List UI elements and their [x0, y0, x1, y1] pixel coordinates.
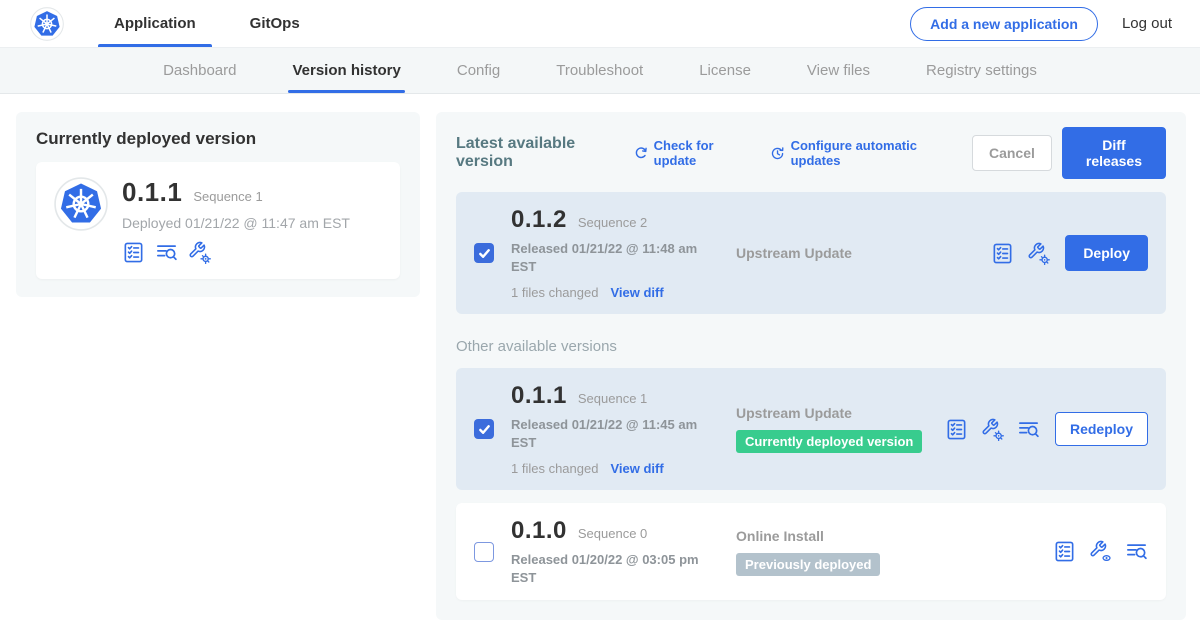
version-number: 0.1.2 — [511, 206, 567, 234]
version-checkbox[interactable] — [474, 243, 494, 263]
subnav-version-history[interactable]: Version history — [290, 48, 402, 93]
subnav-registry-settings[interactable]: Registry settings — [924, 48, 1039, 93]
version-row-0-1-1: 0.1.1 Sequence 1 Released 01/21/22 @ 11:… — [456, 368, 1166, 490]
currently-deployed-badge: Currently deployed version — [736, 430, 922, 453]
check-icon — [478, 247, 491, 260]
tab-gitops-label: GitOps — [250, 15, 300, 32]
previously-deployed-badge: Previously deployed — [736, 553, 880, 576]
row-actions: Redeploy — [945, 412, 1148, 446]
edit-config-icon[interactable] — [188, 241, 211, 264]
row-actions — [1053, 540, 1148, 563]
sequence-label: Sequence 0 — [578, 526, 647, 541]
deployed-panel-title: Currently deployed version — [36, 129, 400, 149]
main-content: Currently deployed version 0.1.1 Sequenc… — [0, 94, 1200, 620]
check-for-update-label: Check for update — [654, 138, 748, 168]
preflight-checks-icon[interactable] — [945, 418, 968, 441]
configure-updates-link[interactable]: Configure automatic updates — [770, 138, 950, 168]
deploy-button[interactable]: Deploy — [1065, 235, 1148, 271]
diff-releases-button[interactable]: Diff releases — [1062, 127, 1166, 179]
released-timestamp: Released 01/21/22 @ 11:48 am EST — [511, 240, 707, 275]
version-info: 0.1.1 Sequence 1 Released 01/21/22 @ 11:… — [511, 382, 707, 476]
available-versions-panel: Latest available version Check for updat… — [436, 112, 1186, 620]
available-panel-header: Latest available version Check for updat… — [456, 127, 1166, 179]
configure-updates-label: Configure automatic updates — [791, 138, 950, 168]
version-info: 0.1.2 Sequence 2 Released 01/21/22 @ 11:… — [511, 206, 707, 300]
view-diff-link[interactable]: View diff — [610, 285, 663, 300]
refresh-icon — [633, 145, 648, 162]
subnav-view-files[interactable]: View files — [805, 48, 872, 93]
check-for-update-link[interactable]: Check for update — [633, 138, 748, 168]
version-number: 0.1.0 — [511, 517, 567, 545]
header-right: Add a new application Log out — [910, 0, 1200, 47]
row-actions: Deploy — [991, 235, 1148, 271]
app-header: Application GitOps Add a new application… — [0, 0, 1200, 48]
preflight-checks-icon[interactable] — [122, 241, 145, 264]
files-changed-label: 1 files changed — [511, 461, 598, 476]
deployed-version-card: 0.1.1 Sequence 1 Deployed 01/21/22 @ 11:… — [36, 162, 400, 279]
files-changed-label: 1 files changed — [511, 285, 598, 300]
kubernetes-logo — [30, 0, 64, 47]
deployed-sequence-label: Sequence 1 — [193, 189, 262, 204]
released-timestamp: Released 01/20/22 @ 03:05 pm EST — [511, 551, 707, 586]
available-panel-title: Latest available version — [456, 135, 617, 171]
deploy-logs-icon[interactable] — [1125, 540, 1148, 563]
subnav-dashboard[interactable]: Dashboard — [161, 48, 238, 93]
version-source: Upstream Update Currently deployed versi… — [724, 405, 928, 453]
sequence-label: Sequence 1 — [578, 391, 647, 406]
released-timestamp: Released 01/21/22 @ 11:45 am EST — [511, 416, 707, 451]
clock-refresh-icon — [770, 145, 785, 162]
edit-config-icon[interactable] — [1027, 242, 1050, 265]
cancel-button[interactable]: Cancel — [972, 135, 1052, 171]
deployed-version-number: 0.1.1 — [122, 177, 182, 208]
top-navigation: Application GitOps — [98, 0, 338, 47]
tab-application-label: Application — [114, 15, 196, 32]
view-config-icon[interactable] — [1089, 540, 1112, 563]
deploy-logs-icon[interactable] — [1017, 418, 1040, 441]
deployed-timestamp: Deployed 01/21/22 @ 11:47 am EST — [122, 215, 350, 231]
source-label: Online Install — [736, 528, 1036, 544]
other-versions-title: Other available versions — [456, 338, 1166, 355]
version-number: 0.1.1 — [511, 382, 567, 410]
app-logo-icon — [54, 177, 108, 231]
app-subnav: Dashboard Version history Config Trouble… — [0, 48, 1200, 94]
deploy-logs-icon[interactable] — [155, 241, 178, 264]
version-row-0-1-2: 0.1.2 Sequence 2 Released 01/21/22 @ 11:… — [456, 192, 1166, 314]
subnav-license[interactable]: License — [697, 48, 753, 93]
version-checkbox[interactable] — [474, 542, 494, 562]
version-row-0-1-0: 0.1.0 Sequence 0 Released 01/20/22 @ 03:… — [456, 503, 1166, 600]
add-application-button[interactable]: Add a new application — [910, 7, 1098, 41]
tab-gitops[interactable]: GitOps — [234, 0, 316, 47]
logout-link[interactable]: Log out — [1122, 15, 1172, 32]
source-label: Upstream Update — [736, 405, 928, 421]
tab-application[interactable]: Application — [98, 0, 212, 47]
preflight-checks-icon[interactable] — [1053, 540, 1076, 563]
version-source: Upstream Update — [724, 245, 974, 261]
sequence-label: Sequence 2 — [578, 215, 647, 230]
edit-config-icon[interactable] — [981, 418, 1004, 441]
version-source: Online Install Previously deployed — [724, 528, 1036, 576]
currently-deployed-panel: Currently deployed version 0.1.1 Sequenc… — [16, 112, 420, 297]
view-diff-link[interactable]: View diff — [610, 461, 663, 476]
preflight-checks-icon[interactable] — [991, 242, 1014, 265]
check-icon — [478, 423, 491, 436]
subnav-config[interactable]: Config — [455, 48, 502, 93]
source-label: Upstream Update — [736, 245, 974, 261]
redeploy-button[interactable]: Redeploy — [1055, 412, 1148, 446]
version-info: 0.1.0 Sequence 0 Released 01/20/22 @ 03:… — [511, 517, 707, 586]
version-checkbox[interactable] — [474, 419, 494, 439]
subnav-troubleshoot[interactable]: Troubleshoot — [554, 48, 645, 93]
